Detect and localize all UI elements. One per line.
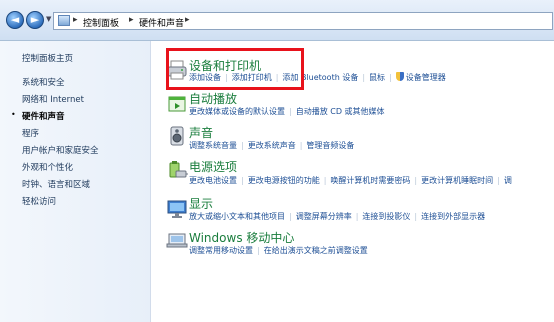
autoplay-cd-link[interactable]: 自动播放 CD 或其他媒体 [296, 107, 385, 116]
highlight-annotation-box [166, 48, 304, 90]
nav-ease-of-access[interactable]: 轻松访问 [22, 195, 56, 207]
left-navigation-pane: 控制面板主页 系统和安全 网络和 Internet • 硬件和声音 程序 用户帐… [0, 41, 151, 322]
truncated-link[interactable]: 调 [504, 176, 512, 185]
battery-settings-link[interactable]: 更改电池设置 [189, 176, 237, 185]
power-button-link[interactable]: 更改电源按钮的功能 [248, 176, 320, 185]
breadcrumb-separator[interactable]: ▸ [129, 15, 134, 25]
change-system-sounds-link[interactable]: 更改系统声音 [248, 141, 296, 150]
presentation-settings-link[interactable]: 在给出演示文稿之前调整设置 [264, 246, 368, 255]
nav-clock-language-region[interactable]: 时钟、语言和区域 [22, 178, 90, 190]
autoplay-icon [168, 96, 186, 112]
breadcrumb-separator[interactable]: ▸ [73, 15, 78, 25]
speaker-icon [170, 126, 184, 146]
nav-network-internet[interactable]: 网络和 Internet [22, 93, 84, 105]
breadcrumb-hardware-sound[interactable]: 硬件和声音 [139, 16, 184, 29]
category-content: 设备和打印机 添加设备 | 添加打印机 | 添加 Bluetooth 设备 | 鼠标 | 设备管… [151, 41, 554, 322]
breadcrumb-separator[interactable]: ▸ [185, 15, 190, 25]
sound-links: 调整系统音量 | 更改系统声音 | 管理音频设备 [189, 141, 355, 150]
recent-pages-dropdown[interactable]: ▼ [46, 15, 51, 23]
power-options-links: 更改电池设置 | 更改电源按钮的功能 | 唤醒计算机时需要密码 | 更改计算机睡眠时间 | 调 [189, 176, 512, 185]
sleep-time-link[interactable]: 更改计算机睡眠时间 [421, 176, 493, 185]
device-manager-link[interactable]: 设备管理器 [406, 73, 446, 82]
manage-audio-devices-link[interactable]: 管理音频设备 [306, 141, 354, 150]
nav-user-accounts[interactable]: 用户帐户和家庭安全 [22, 144, 99, 156]
address-box[interactable]: ▸ 控制面板 ▸ 硬件和声音 ▸ [53, 12, 553, 30]
nav-system-security[interactable]: 系统和安全 [22, 76, 65, 88]
autoplay-links: 更改媒体或设备的默认设置 | 自动播放 CD 或其他媒体 [189, 107, 385, 116]
require-password-link[interactable]: 唤醒计算机时需要密码 [330, 176, 410, 185]
connect-external-display-link[interactable]: 连接到外部显示器 [421, 212, 485, 221]
monitor-icon [167, 200, 187, 218]
power-icon [169, 161, 188, 178]
sound-title[interactable]: 声音 [189, 124, 213, 141]
uac-shield-icon [395, 72, 404, 81]
mouse-link[interactable]: 鼠标 [369, 73, 385, 82]
adjust-volume-link[interactable]: 调整系统音量 [189, 141, 237, 150]
zoom-text-link[interactable]: 放大或缩小文本和其他项目 [189, 212, 285, 221]
screen-resolution-link[interactable]: 调整屏幕分辨率 [296, 212, 352, 221]
address-toolbar: ◄ ► ▼ ▸ 控制面板 ▸ 硬件和声音 ▸ [0, 0, 554, 41]
back-arrow-icon: ◄ [10, 13, 20, 26]
nav-programs[interactable]: 程序 [22, 127, 39, 139]
display-title[interactable]: 显示 [189, 195, 213, 212]
nav-appearance[interactable]: 外观和个性化 [22, 161, 73, 173]
forward-arrow-icon: ► [30, 13, 40, 26]
mobility-center-icon [166, 233, 188, 248]
mobility-center-links: 调整常用移动设置 | 在给出演示文稿之前调整设置 [189, 246, 368, 255]
control-panel-icon [58, 15, 70, 26]
back-button[interactable]: ◄ [6, 11, 24, 29]
nav-hardware-sound: 硬件和声音 [22, 112, 65, 122]
control-panel-home-link[interactable]: 控制面板主页 [22, 52, 73, 64]
forward-button[interactable]: ► [26, 11, 44, 29]
connect-projector-link[interactable]: 连接到投影仪 [362, 212, 410, 221]
display-links: 放大或缩小文本和其他项目 | 调整屏幕分辨率 | 连接到投影仪 | 连接到外部显示器 [189, 212, 486, 221]
mobility-center-title[interactable]: Windows 移动中心 [189, 229, 294, 246]
change-media-defaults-link[interactable]: 更改媒体或设备的默认设置 [189, 107, 285, 116]
breadcrumb-control-panel[interactable]: 控制面板 [83, 16, 119, 29]
current-item-bullet: • [11, 110, 16, 119]
power-options-title[interactable]: 电源选项 [189, 158, 237, 175]
mobility-settings-link[interactable]: 调整常用移动设置 [189, 246, 253, 255]
autoplay-title[interactable]: 自动播放 [189, 90, 237, 107]
